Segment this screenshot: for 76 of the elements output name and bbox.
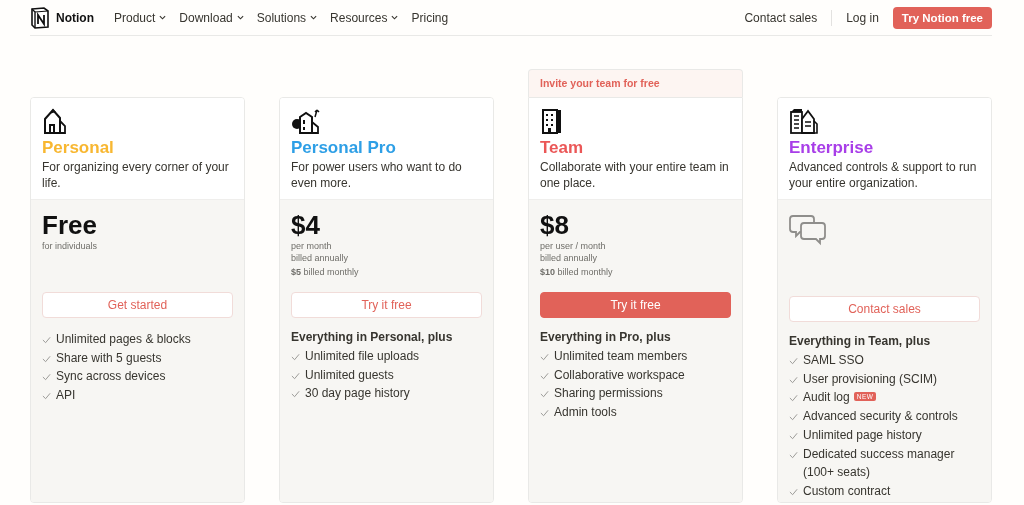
- plan-banner: Invite your team for free: [528, 69, 743, 97]
- buildings-icon: [789, 107, 819, 135]
- login-link[interactable]: Log in: [846, 10, 879, 25]
- feature-text: Share with 5 guests: [56, 350, 162, 365]
- feature-text: Audit log: [803, 390, 850, 405]
- plan-button[interactable]: Try it free: [291, 292, 482, 318]
- chat-icon: [789, 214, 827, 246]
- monthly-price: $10 billed monthly: [540, 267, 614, 277]
- price: Free: [42, 210, 98, 240]
- plan-button[interactable]: Contact sales: [789, 296, 980, 322]
- nav-link[interactable]: Download: [179, 10, 244, 25]
- check-icon: [291, 390, 300, 399]
- features-heading: Everything in Personal, plus: [291, 330, 454, 344]
- nav-link[interactable]: Pricing: [411, 10, 449, 25]
- feature-text: Unlimited guests: [305, 367, 394, 382]
- feature-text: Collaborative workspace: [554, 367, 685, 382]
- nav-link[interactable]: Product: [114, 10, 167, 25]
- price-note: per month: [291, 240, 333, 252]
- brand-name[interactable]: Notion: [56, 10, 94, 25]
- plan-title: Personal Pro: [291, 138, 397, 158]
- feature-text: Admin tools: [554, 405, 617, 420]
- house-tree-icon: [291, 107, 321, 135]
- plan-title: Personal: [42, 138, 115, 158]
- feature-text: 30 day page history: [305, 386, 410, 401]
- check-icon: [42, 392, 51, 401]
- price: $4: [291, 210, 321, 240]
- check-icon: [42, 354, 51, 363]
- nav-link[interactable]: Resources: [330, 10, 399, 25]
- feature-text: Custom contract: [803, 483, 891, 498]
- price-note: billed annually: [540, 252, 599, 264]
- plan-title: Enterprise: [789, 138, 875, 158]
- plan-description: Collaborate with your entire team in one place.: [540, 159, 730, 191]
- feature-text: Advanced security & controls: [803, 409, 958, 424]
- features-heading: Everything in Team, plus: [789, 334, 932, 348]
- price-note: for individuals: [42, 240, 99, 252]
- feature-text: SAML SSO: [803, 353, 864, 367]
- nav-link[interactable]: Solutions: [256, 10, 318, 25]
- feature-text: Unlimited page history: [803, 427, 922, 442]
- check-icon: [540, 353, 549, 361]
- check-icon: [42, 336, 51, 344]
- check-icon: [291, 371, 300, 380]
- chevron-icon: [236, 15, 244, 20]
- check-icon: [789, 487, 798, 496]
- logo-icon[interactable]: [30, 6, 50, 29]
- check-icon: [42, 373, 51, 382]
- feature-text: API: [56, 388, 76, 403]
- feature-text: User provisioning (SCIM): [803, 371, 938, 386]
- check-icon: [789, 450, 798, 459]
- plan-description: For power users who want to do even more.: [291, 159, 463, 191]
- check-icon: [291, 353, 300, 361]
- plan-description: Advanced controls & support to run your entire organization.: [789, 159, 978, 191]
- contact-sales-link[interactable]: Contact sales: [744, 10, 818, 25]
- check-icon: [789, 375, 798, 384]
- price-note: billed annually: [291, 252, 350, 264]
- check-icon: [540, 390, 549, 399]
- monthly-price: $5 billed monthly: [291, 267, 360, 277]
- chevron-icon: [159, 15, 167, 20]
- plan-title: Team: [540, 138, 585, 158]
- check-icon: [540, 371, 549, 380]
- check-icon: [540, 409, 549, 418]
- price: $8: [540, 210, 570, 240]
- house-icon: [42, 107, 68, 135]
- feature-text: Dedicated success manager (100+ seats): [803, 446, 955, 480]
- check-icon: [789, 394, 798, 403]
- feature-text: Unlimited file uploads: [305, 349, 420, 363]
- feature-text: Unlimited pages & blocks: [56, 332, 191, 346]
- features-heading: Everything in Pro, plus: [540, 330, 672, 344]
- chevron-icon: [310, 15, 318, 20]
- price-note: per user / month: [540, 240, 607, 252]
- plan-description: For organizing every corner of your life.: [42, 159, 230, 191]
- chevron-icon: [391, 15, 399, 20]
- check-icon: [789, 357, 798, 365]
- feature-text: Sharing permissions: [554, 386, 663, 401]
- feature-text: Sync across devices: [56, 369, 166, 384]
- plan-button[interactable]: Get started: [42, 292, 233, 318]
- feature-text: Unlimited team members: [554, 349, 688, 363]
